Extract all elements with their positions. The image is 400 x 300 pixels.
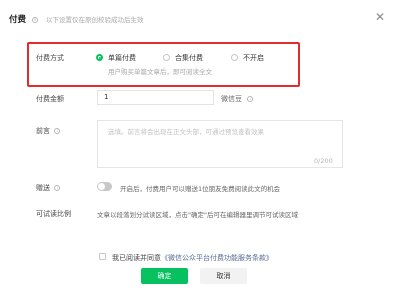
dialog-subtitle: 以下设置仅在原创校验成功后生效: [46, 16, 144, 24]
radio-selected-icon[interactable]: [96, 54, 103, 61]
payment-option-collection[interactable]: 合集付费: [163, 53, 223, 63]
amount-unit: 微信豆 i: [221, 94, 254, 104]
confirm-button[interactable]: 确定: [141, 268, 188, 284]
payment-option-off[interactable]: 不开启: [231, 53, 281, 63]
amount-label: 付费金额: [36, 95, 64, 103]
payment-option-single[interactable]: 单篇付费: [96, 53, 156, 63]
gift-description: 开启后，付费用户可以赠送1位朋友免费阅读此文的机会: [120, 185, 281, 193]
amount-input[interactable]: 1: [97, 90, 214, 105]
cancel-button[interactable]: 取消: [200, 268, 247, 284]
preface-placeholder: 选填。前言将会出现在正文头部，可通过预览查看效果: [108, 128, 264, 136]
payment-method-label: 付费方式: [36, 54, 64, 62]
preface-char-counter: 0/200: [314, 157, 333, 165]
trial-ratio-description: 文章以段落划分试读区域，点击"确定"后可在编辑器里调节可试读区域: [97, 211, 298, 219]
info-icon: i: [54, 128, 61, 134]
close-icon[interactable]: ✕: [375, 11, 385, 23]
payment-method-highlight: [27, 42, 300, 87]
payment-hint: 用户购买单篇文章后，即可阅读全文: [108, 68, 212, 76]
dialog-title: 付费 i: [9, 13, 38, 25]
agreement-text: 我已阅读并同意《微信公众平台付费功能服务条款》: [112, 254, 273, 262]
terms-link[interactable]: 《微信公众平台付费功能服务条款》: [161, 254, 273, 262]
info-icon: i: [31, 16, 38, 23]
preface-label: 前言 i: [36, 126, 61, 136]
radio-icon[interactable]: [163, 54, 170, 61]
payment-option-label: 不开启: [243, 54, 264, 62]
trial-ratio-label: 可试读比例: [36, 210, 71, 218]
payment-option-label: 合集付费: [175, 54, 203, 62]
gift-label: 赠送 i: [36, 183, 61, 193]
toggle-knob: [98, 183, 105, 190]
info-icon: i: [247, 96, 254, 102]
payment-option-label: 单篇付费: [108, 54, 136, 62]
info-icon: i: [54, 185, 61, 191]
gift-toggle[interactable]: [97, 182, 112, 191]
agreement-checkbox[interactable]: [99, 253, 106, 260]
radio-icon[interactable]: [231, 54, 238, 61]
